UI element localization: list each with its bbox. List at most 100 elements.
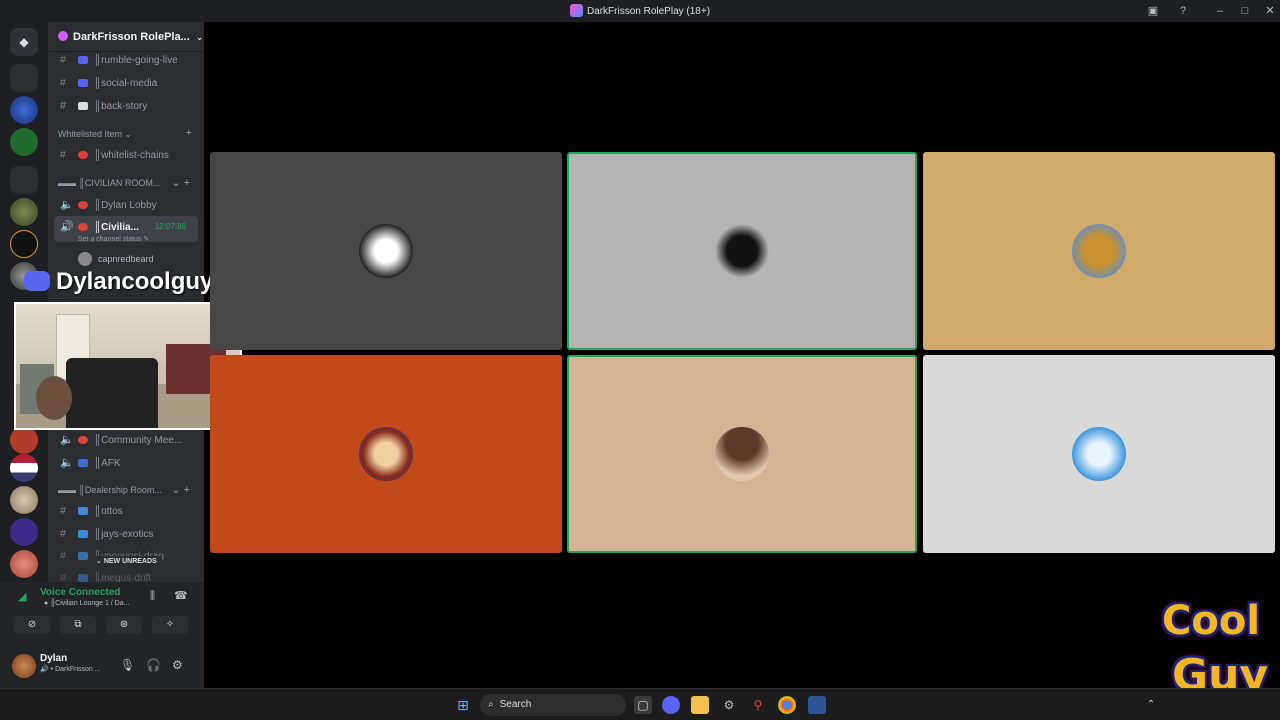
channel-rumble-going-live[interactable]: # ║rumble-going-live [54,50,198,70]
new-unreads-label: NEW UNREADS [103,558,157,565]
chevron-down-icon: ⌄ [195,32,204,42]
add-channel-icon[interactable]: ⌄ + [171,176,190,189]
channel-emoji-icon [78,151,88,159]
participant-tile[interactable] [567,355,917,553]
channel-emoji-icon [78,459,88,467]
close-icon[interactable]: ✕ [1262,3,1278,19]
voice-status[interactable]: Voice Connected [40,587,120,598]
category-whitelisted[interactable]: Whitelisted Item ⌄ [58,129,132,140]
status-hint-label: Set a channel status [78,236,142,243]
chrome-icon[interactable] [778,696,796,714]
window-title: DarkFrisson RolePlay (18+) [0,4,1280,17]
disconnect-icon[interactable]: ☎ [174,589,188,602]
channel-megus-drift[interactable]: # ║megus-drift [54,568,198,582]
voice-channel-link[interactable]: ● ║Civilian Lounge 1 / Da... [44,600,129,607]
inbox-icon[interactable]: ▣ [1145,3,1161,19]
app-taskbar-icon[interactable] [808,696,826,714]
guild-icon [58,31,68,41]
channel-emoji-icon [78,102,88,110]
channel-back-story[interactable]: # ║back-story [54,96,198,116]
server-folder-icon[interactable] [10,166,38,194]
hash-icon: # [60,505,67,517]
search-label: Search [499,699,532,710]
voice-connected-panel: ◢ Voice Connected ● ║Civilian Lounge 1 /… [0,582,204,644]
signal-icon[interactable]: ◢ [18,590,26,603]
voice-channel-dylan-lobby[interactable]: 🔈 ║Dylan Lobby [54,194,198,214]
discord-home-icon[interactable]: ◆ [10,28,38,56]
add-channel-icon[interactable]: + [186,127,192,139]
settings-taskbar-icon[interactable]: ⚙ [720,696,738,714]
channel-emoji-icon [78,436,88,444]
server-flag-icon[interactable] [10,454,38,482]
hash-icon: # [60,54,67,66]
dark-figure-avatar [715,224,769,278]
voice-channel-community[interactable]: 🔈 ║Community Mee... [54,429,198,449]
channel-label: ║Civilia... [94,222,139,233]
speaker-icon: 🔈 [60,199,74,211]
category-dealership[interactable]: ▬▬ ║Dealership Room... [58,485,162,495]
participant-tile[interactable] [567,152,917,350]
minimize-icon[interactable]: – [1212,3,1228,19]
cap-character-avatar [359,427,413,481]
server-icon[interactable] [10,426,38,454]
channel-whitelist-chains[interactable]: # ║whitelist-chains [54,145,198,165]
speaker-icon: 🔊 [60,221,74,233]
category-label: Whitelisted Item [58,129,123,139]
headphones-icon[interactable]: 🎧 [146,658,161,672]
participant-tile[interactable] [923,152,1275,350]
webcam-person [36,376,72,420]
channel-label: ║ottos [94,506,123,517]
share-screen-button[interactable]: ⧉ [60,616,96,634]
guild-header[interactable]: DarkFrisson RolePla... ⌄ [48,22,204,52]
microphone-icon[interactable]: 🎙 [120,658,135,672]
chevron-up-icon[interactable]: ⌃ [1142,696,1160,714]
server-icon[interactable] [10,550,38,578]
gear-icon[interactable]: ⚙ [172,658,183,672]
server-folder-icon[interactable] [10,64,38,92]
soundboard-button[interactable]: ✧ [152,616,188,634]
add-channel-icon[interactable]: ⌄ + [171,483,190,496]
blue-character-avatar [1072,427,1126,481]
voice-channel-afk[interactable]: 🔈 ║AFK [54,452,198,472]
hash-icon: # [60,528,67,540]
avatar[interactable] [12,654,36,678]
server-icon[interactable] [10,198,38,226]
task-view-icon[interactable]: ▢ [634,696,652,714]
video-off-button[interactable]: ⊘ [14,616,50,634]
set-channel-status[interactable]: Set a channel status ✎ [78,235,149,243]
search-icon: ⌕ [488,699,494,710]
server-icon[interactable] [10,486,38,514]
maximize-icon[interactable]: □ [1237,3,1253,19]
activities-button[interactable]: ⊛ [106,616,142,634]
server-icon[interactable] [10,518,38,546]
noise-suppression-icon[interactable]: ⫼ [150,590,155,603]
discord-taskbar-icon[interactable] [662,696,680,714]
webcam-chair [66,358,158,428]
avatar [78,252,92,266]
server-icon[interactable] [10,230,38,258]
file-explorer-icon[interactable] [691,696,709,714]
channel-emoji-icon [78,201,88,209]
user-sub-label: DarkFrisson ... [55,666,101,673]
user-panel: Dylan 🔊 • DarkFrisson ... 🎙 🎧 ⚙ [0,644,204,688]
category-civilian[interactable]: ▬▬ ║CIVILIAN ROOM... [58,178,160,188]
windows-start-icon[interactable]: ⊞ [454,696,472,714]
server-icon[interactable] [10,96,38,124]
help-icon[interactable]: ? [1175,3,1191,19]
channel-jays-exotics[interactable]: # ║jays-exotics [54,524,198,544]
taskbar-search[interactable]: ⌕ Search [480,694,626,716]
channel-label: ║AFK [94,458,121,469]
channel-social-media[interactable]: # ║social-media [54,73,198,93]
maps-pin-icon[interactable]: ⚲ [749,696,767,714]
participant-tile[interactable] [210,152,562,350]
participant-tile[interactable] [923,355,1275,553]
new-unreads-pill[interactable]: ⌄ NEW UNREADS [90,556,163,568]
participant-tile[interactable] [210,355,562,553]
voice-channel-label: ║Civilian Lounge 1 / Da... [50,600,130,607]
channel-label: ║rumble-going-live [94,55,178,66]
channel-ottos[interactable]: # ║ottos [54,501,198,521]
user-name[interactable]: Dylan [40,653,67,664]
server-rs-icon[interactable] [10,128,38,156]
voice-member[interactable]: capnredbeard [78,252,154,266]
streamer-name-overlay: Dylancoolguy [24,268,213,302]
